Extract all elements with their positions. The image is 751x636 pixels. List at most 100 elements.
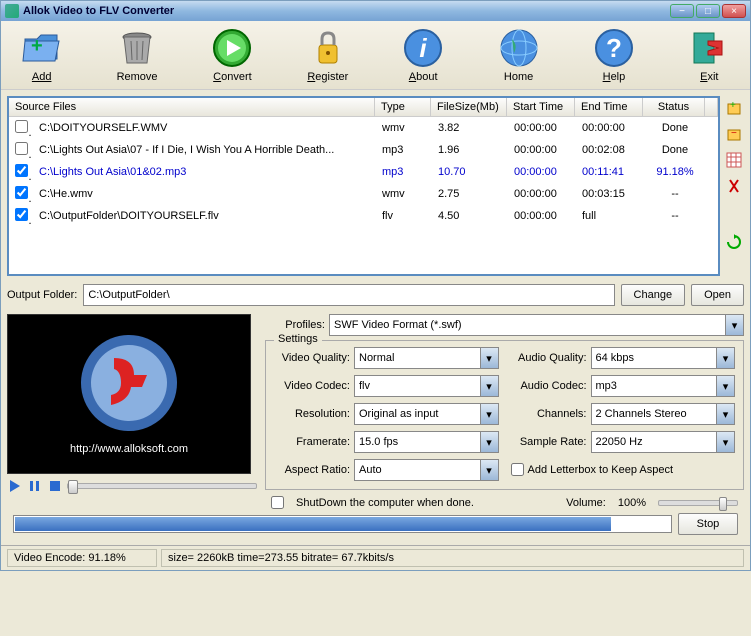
video-quality-select[interactable]: Normal▾ [354, 347, 499, 369]
svg-text:?: ? [606, 33, 622, 63]
add-file-icon[interactable]: + [726, 100, 742, 116]
status: -- [644, 209, 706, 223]
add-label: Add [32, 71, 52, 83]
about-button[interactable]: i About [391, 25, 456, 85]
file-size: 10.70 [432, 165, 508, 179]
register-button[interactable]: Register [295, 25, 360, 85]
exit-button[interactable]: Exit [677, 25, 742, 85]
volume-slider[interactable] [658, 500, 738, 506]
volume-value: 100% [618, 497, 646, 509]
row-checkbox[interactable] [15, 142, 28, 155]
status: Done [644, 143, 706, 157]
letterbox-checkbox[interactable] [511, 463, 524, 476]
col-status[interactable]: Status [643, 98, 705, 116]
preview-url: http://www.alloksoft.com [70, 443, 188, 455]
home-button[interactable]: Home [486, 25, 551, 85]
start-time: 00:00:00 [508, 143, 576, 157]
preview-seek-slider[interactable] [67, 483, 257, 489]
profiles-select[interactable]: SWF Video Format (*.swf) ▾ [329, 314, 744, 336]
info-icon: i [402, 27, 444, 69]
grid-icon[interactable] [726, 152, 742, 168]
volume-label: Volume: [566, 497, 606, 509]
table-row[interactable]: C:\Lights Out Asia\01&02.mp3mp310.7000:0… [9, 161, 718, 183]
end-time: 00:00:00 [576, 121, 644, 135]
sample-rate-select[interactable]: 22050 Hz▾ [591, 431, 736, 453]
change-button[interactable]: Change [621, 284, 686, 306]
status: 91.18% [644, 165, 706, 179]
file-name: C:\DOITYOURSELF.WMV [33, 121, 376, 135]
start-time: 00:00:00 [508, 165, 576, 179]
svg-text:+: + [730, 100, 736, 111]
audio-quality-select[interactable]: 64 kbps▾ [591, 347, 736, 369]
file-name: C:\OutputFolder\DOITYOURSELF.flv [33, 209, 376, 223]
clear-icon[interactable] [726, 178, 742, 194]
status-info: size= 2260kB time=273.55 bitrate= 67.7kb… [161, 549, 744, 567]
file-size: 3.82 [432, 121, 508, 135]
convert-button[interactable]: CConvertonvert [200, 25, 265, 85]
stop-preview-button[interactable] [47, 478, 63, 494]
close-button[interactable]: × [722, 4, 746, 18]
status: -- [644, 187, 706, 201]
file-type: wmv [376, 121, 432, 135]
table-row[interactable]: C:\He.wmvwmv2.7500:00:0000:03:15-- [9, 183, 718, 205]
file-size: 2.75 [432, 187, 508, 201]
stop-button[interactable]: Stop [678, 513, 738, 535]
exit-icon [688, 27, 730, 69]
question-icon: ? [593, 27, 635, 69]
titlebar: Allok Video to FLV Converter − □ × [1, 1, 750, 21]
output-folder-input[interactable] [83, 284, 614, 306]
row-checkbox[interactable] [15, 164, 28, 177]
file-list[interactable]: Source Files Type FileSize(Mb) Start Tim… [7, 96, 720, 276]
maximize-button[interactable]: □ [696, 4, 720, 18]
start-time: 00:00:00 [508, 121, 576, 135]
status: Done [644, 121, 706, 135]
resolution-select[interactable]: Original as input▾ [354, 403, 499, 425]
play-icon [211, 27, 253, 69]
file-type: mp3 [376, 143, 432, 157]
pause-preview-button[interactable] [27, 478, 43, 494]
remove-file-icon[interactable]: − [726, 126, 742, 142]
svg-text:+: + [31, 35, 43, 57]
col-source[interactable]: Source Files [9, 98, 375, 116]
letterbox-label: Add Letterbox to Keep Aspect [528, 464, 674, 476]
remove-button[interactable]: Remove [104, 25, 169, 85]
col-start[interactable]: Start Time [507, 98, 575, 116]
chevron-down-icon: ▾ [725, 315, 743, 335]
row-checkbox[interactable] [15, 120, 28, 133]
col-size[interactable]: FileSize(Mb) [431, 98, 507, 116]
refresh-icon[interactable] [726, 234, 742, 250]
shutdown-checkbox[interactable] [271, 496, 284, 509]
output-folder-label: Output Folder: [7, 289, 77, 301]
help-button[interactable]: ? Help [581, 25, 646, 85]
end-time: 00:02:08 [576, 143, 644, 157]
lock-icon [307, 27, 349, 69]
channels-select[interactable]: 2 Channels Stereo▾ [591, 403, 736, 425]
col-type[interactable]: Type [375, 98, 431, 116]
progress-bar [13, 515, 672, 533]
file-size: 4.50 [432, 209, 508, 223]
remove-label: Remove [117, 71, 158, 83]
folder-plus-icon: + [21, 27, 63, 69]
svg-text:i: i [420, 33, 428, 63]
table-row[interactable]: C:\Lights Out Asia\07 - If I Die, I Wish… [9, 139, 718, 161]
table-row[interactable]: C:\DOITYOURSELF.WMVwmv3.8200:00:0000:00:… [9, 117, 718, 139]
window-title: Allok Video to FLV Converter [23, 5, 670, 17]
row-checkbox[interactable] [15, 208, 28, 221]
framerate-select[interactable]: 15.0 fps▾ [354, 431, 499, 453]
row-checkbox[interactable] [15, 186, 28, 199]
audio-codec-select[interactable]: mp3▾ [591, 375, 736, 397]
profiles-label: Profiles: [265, 319, 325, 331]
app-icon [5, 4, 19, 18]
aspect-ratio-select[interactable]: Auto▾ [354, 459, 499, 481]
end-time: full [576, 209, 644, 223]
open-button[interactable]: Open [691, 284, 744, 306]
col-end[interactable]: End Time [575, 98, 643, 116]
add-button[interactable]: + Add [9, 25, 74, 85]
home-label: Home [504, 71, 533, 83]
globe-icon [498, 27, 540, 69]
file-name: C:\Lights Out Asia\07 - If I Die, I Wish… [33, 143, 376, 157]
video-codec-select[interactable]: flv▾ [354, 375, 499, 397]
table-row[interactable]: C:\OutputFolder\DOITYOURSELF.flvflv4.500… [9, 205, 718, 227]
minimize-button[interactable]: − [670, 4, 694, 18]
play-preview-button[interactable] [7, 478, 23, 494]
